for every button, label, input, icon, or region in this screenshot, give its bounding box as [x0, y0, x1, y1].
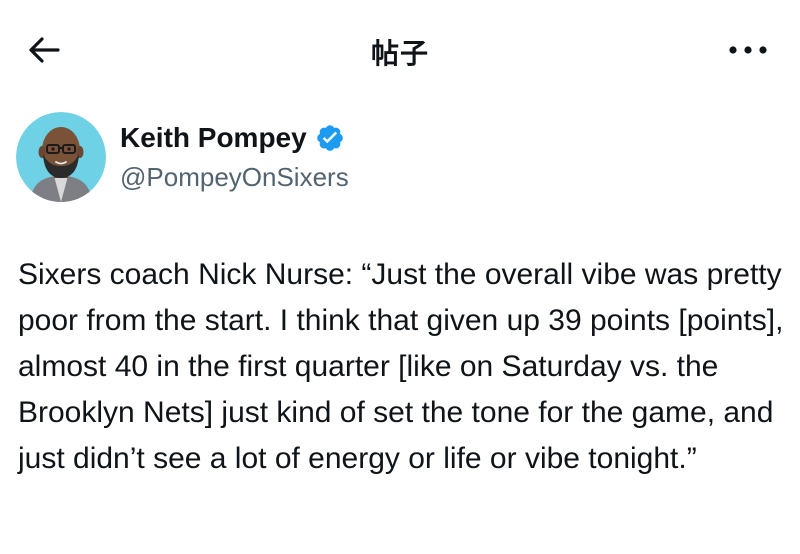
- more-options-button[interactable]: [722, 32, 774, 68]
- author-display-name: Keith Pompey: [120, 122, 307, 153]
- author-name[interactable]: Keith Pompey: [120, 122, 345, 154]
- verified-badge-icon: [316, 125, 343, 151]
- page-title: 帖子: [370, 37, 429, 70]
- author-header: Keith Pompey @PompeyOnSixers: [16, 112, 716, 204]
- more-horizontal-icon: [729, 46, 767, 54]
- author-handle[interactable]: @PompeyOnSixers: [120, 162, 349, 193]
- avatar-icon: [16, 112, 106, 202]
- top-bar: 帖子: [0, 0, 800, 100]
- tweet-text: Sixers coach Nick Nurse: “Just the overa…: [18, 258, 792, 475]
- avatar[interactable]: [16, 112, 106, 202]
